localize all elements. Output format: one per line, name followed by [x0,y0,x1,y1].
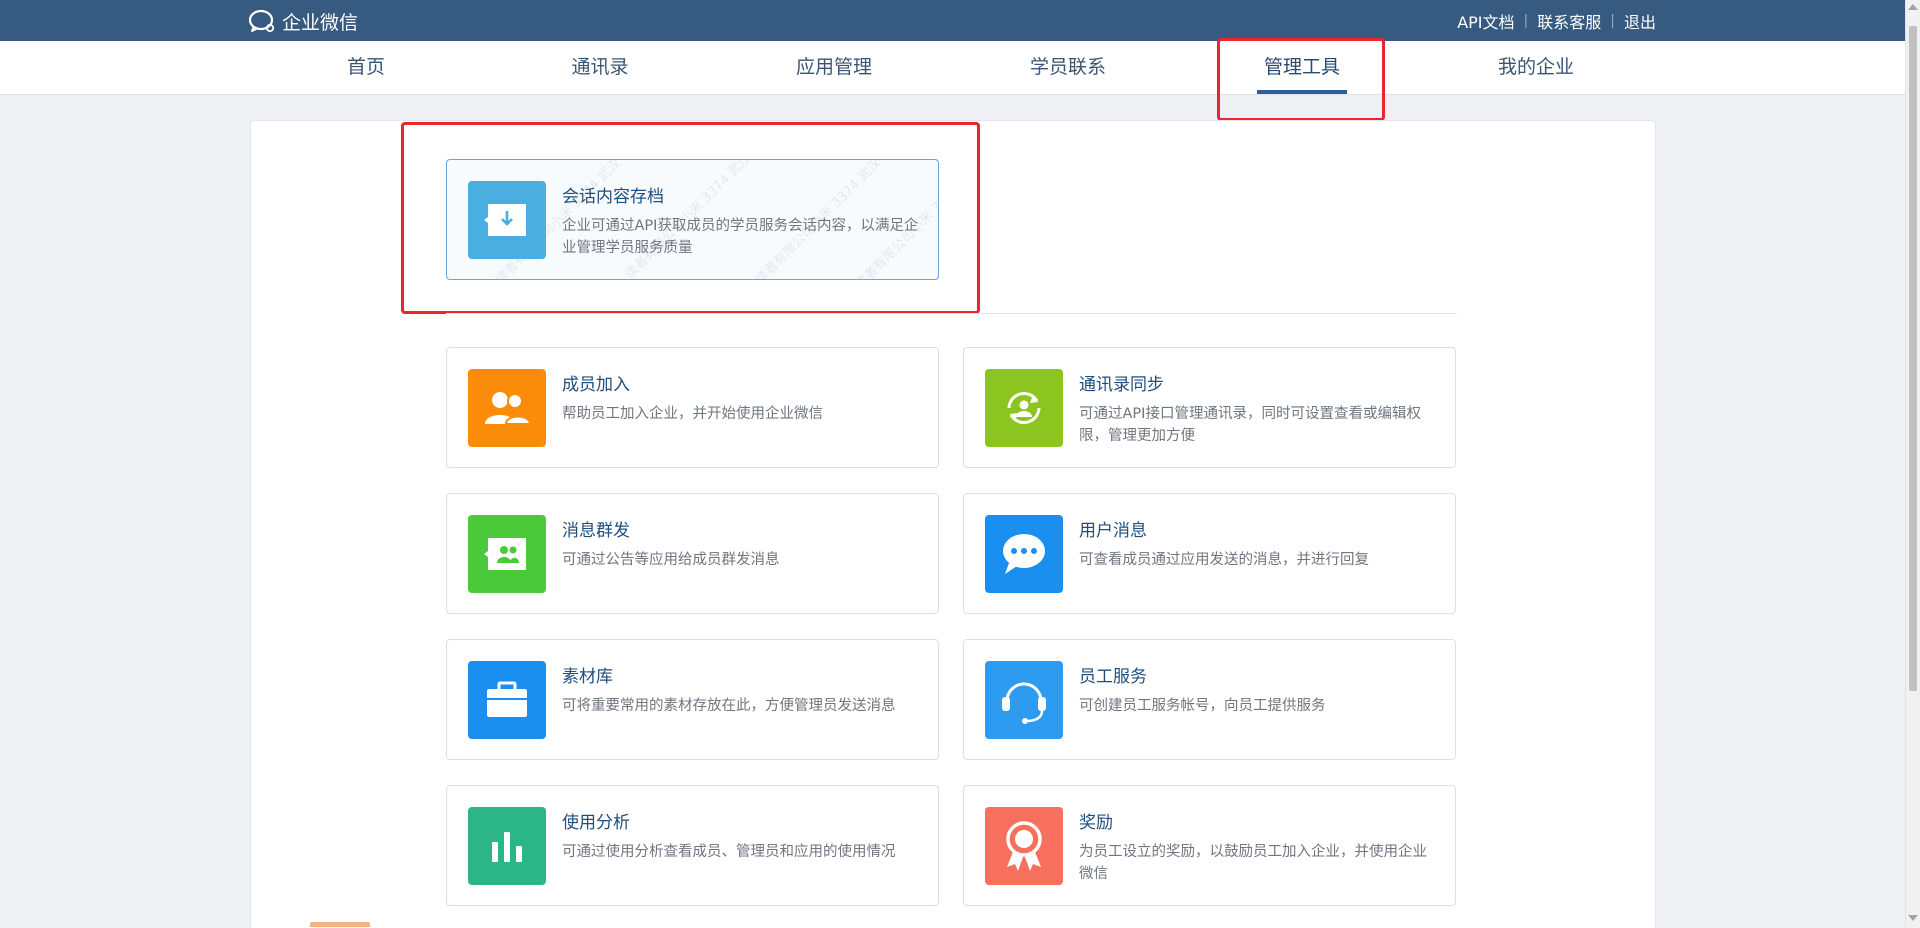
nav-label: 通讯录 [571,56,629,78]
chat-archive-icon [468,181,546,259]
scroll-up-arrow-icon[interactable] [1908,4,1918,10]
nav-label: 我的企业 [1497,56,1574,78]
tool-title: 使用分析 [562,813,630,833]
logout-link[interactable]: 退出 [1624,9,1656,33]
nav-management-tools[interactable]: 管理工具 [1232,41,1372,94]
link-separator: | [1523,13,1529,29]
tool-card-employee-service[interactable]: 员工服务 可创建员工服务帐号，向员工提供服务 [963,639,1456,760]
tool-description: 可将重要常用的素材存放在此，方便管理员发送消息 [562,698,896,714]
nav-label: 管理工具 [1263,56,1340,78]
tool-description: 可查看成员通过应用发送的消息，并进行回复 [1079,552,1369,568]
section-divider [446,313,1457,314]
brand-logo[interactable]: 企业微信 [248,8,358,34]
members-icon [468,369,546,447]
tool-card-material-library[interactable]: 素材库 可将重要常用的素材存放在此，方便管理员发送消息 [446,639,939,760]
tool-description: 企业可通过API获取成员的学员服务会话内容，以满足企业管理学员服务质量 [562,218,919,256]
nav-home[interactable]: 首页 [296,41,436,94]
tool-title: 用户消息 [1079,521,1147,541]
tool-card-member-join[interactable]: 成员加入 帮助员工加入企业，并开始使用企业微信 [446,347,939,468]
top-links: API文档 | 联系客服 | 退出 [1457,10,1656,32]
tool-title: 会话内容存档 [562,187,664,207]
tool-description: 可通过使用分析查看成员、管理员和应用的使用情况 [562,844,896,860]
tool-card-user-messages[interactable]: 用户消息 可查看成员通过应用发送的消息，并进行回复 [963,493,1456,614]
main-nav: 首页 通讯录 应用管理 学员联系 管理工具 我的企业 [0,41,1905,95]
bar-chart-icon [468,807,546,885]
chat-bubble-icon [985,515,1063,593]
scrollbar-thumb[interactable] [1909,26,1917,691]
partial-element [310,922,370,927]
nav-my-enterprise[interactable]: 我的企业 [1466,41,1606,94]
tool-card-rewards[interactable]: 奖励 为员工设立的奖励，以鼓励员工加入企业，并使用企业微信 [963,785,1456,906]
tool-title: 成员加入 [562,375,630,395]
nav-student-contact[interactable]: 学员联系 [998,41,1138,94]
tool-title: 员工服务 [1079,667,1147,687]
nav-label: 首页 [346,56,385,78]
active-tab-indicator [1257,90,1347,94]
contact-service-link[interactable]: 联系客服 [1537,9,1601,33]
page-scrollbar[interactable] [1905,0,1920,927]
sync-icon [985,369,1063,447]
tool-description: 帮助员工加入企业，并开始使用企业微信 [562,406,823,422]
tool-card-chat-archive[interactable]: 读者有限公司小米 3374 武汉 智慧 读者有限公司小米 3374 武汉 智慧 … [446,159,939,280]
nav-label: 应用管理 [795,56,872,78]
nav-app-management[interactable]: 应用管理 [764,41,904,94]
api-docs-link[interactable]: API文档 [1457,9,1514,33]
tool-card-mass-message[interactable]: 消息群发 可通过公告等应用给成员群发消息 [446,493,939,614]
brand-name: 企业微信 [282,11,359,34]
tool-title: 素材库 [562,667,613,687]
top-bar: 企业微信 API文档 | 联系客服 | 退出 [0,0,1920,41]
tool-description: 可通过API接口管理通讯录，同时可设置查看或编辑权限，管理更加方便 [1079,406,1421,444]
wechat-work-logo-icon [248,9,275,33]
tool-card-contacts-sync[interactable]: 通讯录同步 可通过API接口管理通讯录，同时可设置查看或编辑权限，管理更加方便 [963,347,1456,468]
scroll-down-arrow-icon[interactable] [1908,915,1918,921]
award-icon [985,807,1063,885]
tool-description: 为员工设立的奖励，以鼓励员工加入企业，并使用企业微信 [1079,844,1427,882]
link-separator: | [1610,13,1615,29]
tool-card-usage-analytics[interactable]: 使用分析 可通过使用分析查看成员、管理员和应用的使用情况 [446,785,939,906]
tool-description: 可创建员工服务帐号，向员工提供服务 [1079,698,1326,714]
broadcast-icon [468,515,546,593]
tool-description: 可通过公告等应用给成员群发消息 [562,552,780,568]
nav-label: 学员联系 [1029,56,1106,78]
nav-contacts[interactable]: 通讯录 [530,41,670,94]
tool-title: 通讯录同步 [1079,375,1164,395]
briefcase-icon [468,661,546,739]
tool-title: 消息群发 [562,521,630,541]
tool-title: 奖励 [1079,813,1113,833]
headset-icon [985,661,1063,739]
